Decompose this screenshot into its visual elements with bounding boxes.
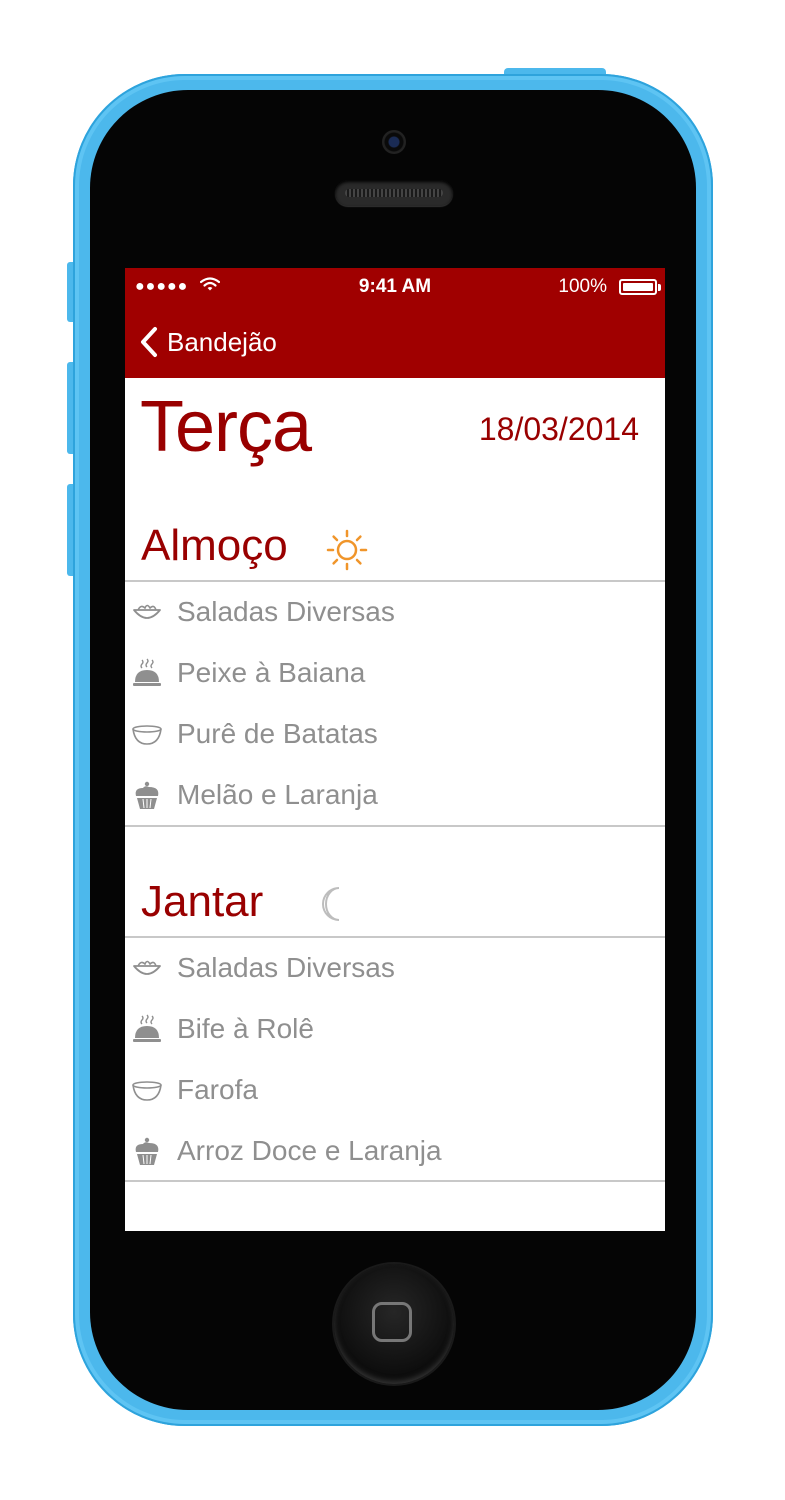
cloche-icon [131, 1013, 163, 1045]
day-title: Terça [140, 387, 312, 467]
dinner-bottom-divider [125, 1180, 665, 1182]
menu-item: Peixe à Baiana [125, 643, 665, 704]
menu-item: Saladas Diversas [125, 582, 665, 643]
back-button-label: Bandejão [167, 326, 277, 357]
moon-icon [322, 887, 340, 921]
menu-item-label: Saladas Diversas [177, 596, 395, 627]
front-camera [382, 130, 406, 154]
salad-icon [131, 596, 163, 628]
home-button-square-icon [372, 1302, 412, 1342]
battery-percentage: 100% [558, 276, 607, 297]
device-stage: ●●●●● 9:41 AM 100% Bandejão Terça 18/03/… [0, 0, 785, 1500]
menu-item-label: Bife à Rolê [177, 1013, 314, 1044]
menu-item-label: Arroz Doce e Laranja [177, 1135, 442, 1166]
earpiece-speaker [335, 180, 453, 206]
menu-item-label: Peixe à Baiana [177, 657, 366, 688]
bowl-icon [131, 1074, 163, 1106]
back-button[interactable]: Bandejão [139, 324, 277, 360]
salad-icon [131, 952, 163, 984]
cloche-icon [131, 657, 163, 689]
cupcake-icon [131, 779, 163, 811]
menu-item: Melão e Laranja [125, 765, 665, 826]
lunch-title: Almoço [141, 521, 288, 570]
menu-item-label: Melão e Laranja [177, 779, 378, 810]
day-date: 18/03/2014 [478, 411, 639, 447]
bowl-icon [131, 718, 163, 750]
sun-icon [326, 529, 368, 571]
menu-item-label: Purê de Batatas [177, 718, 378, 749]
menu-item: Saladas Diversas [125, 938, 665, 999]
chevron-left-icon [141, 327, 157, 357]
menu-item: Farofa [125, 1060, 665, 1121]
menu-item: Arroz Doce e Laranja [125, 1121, 665, 1182]
cupcake-icon [131, 1135, 163, 1167]
dinner-title: Jantar [141, 877, 264, 926]
app-screen: ●●●●● 9:41 AM 100% Bandejão Terça 18/03/… [125, 268, 665, 1231]
lunch-bottom-divider [125, 825, 665, 827]
menu-item: Purê de Batatas [125, 704, 665, 765]
menu-item: Bife à Rolê [125, 999, 665, 1060]
battery-nub [658, 284, 661, 291]
menu-item-label: Saladas Diversas [177, 952, 395, 983]
menu-item-label: Farofa [177, 1074, 258, 1105]
navigation-bar: ●●●●● 9:41 AM 100% Bandejão [125, 268, 665, 378]
battery-icon [619, 279, 657, 295]
